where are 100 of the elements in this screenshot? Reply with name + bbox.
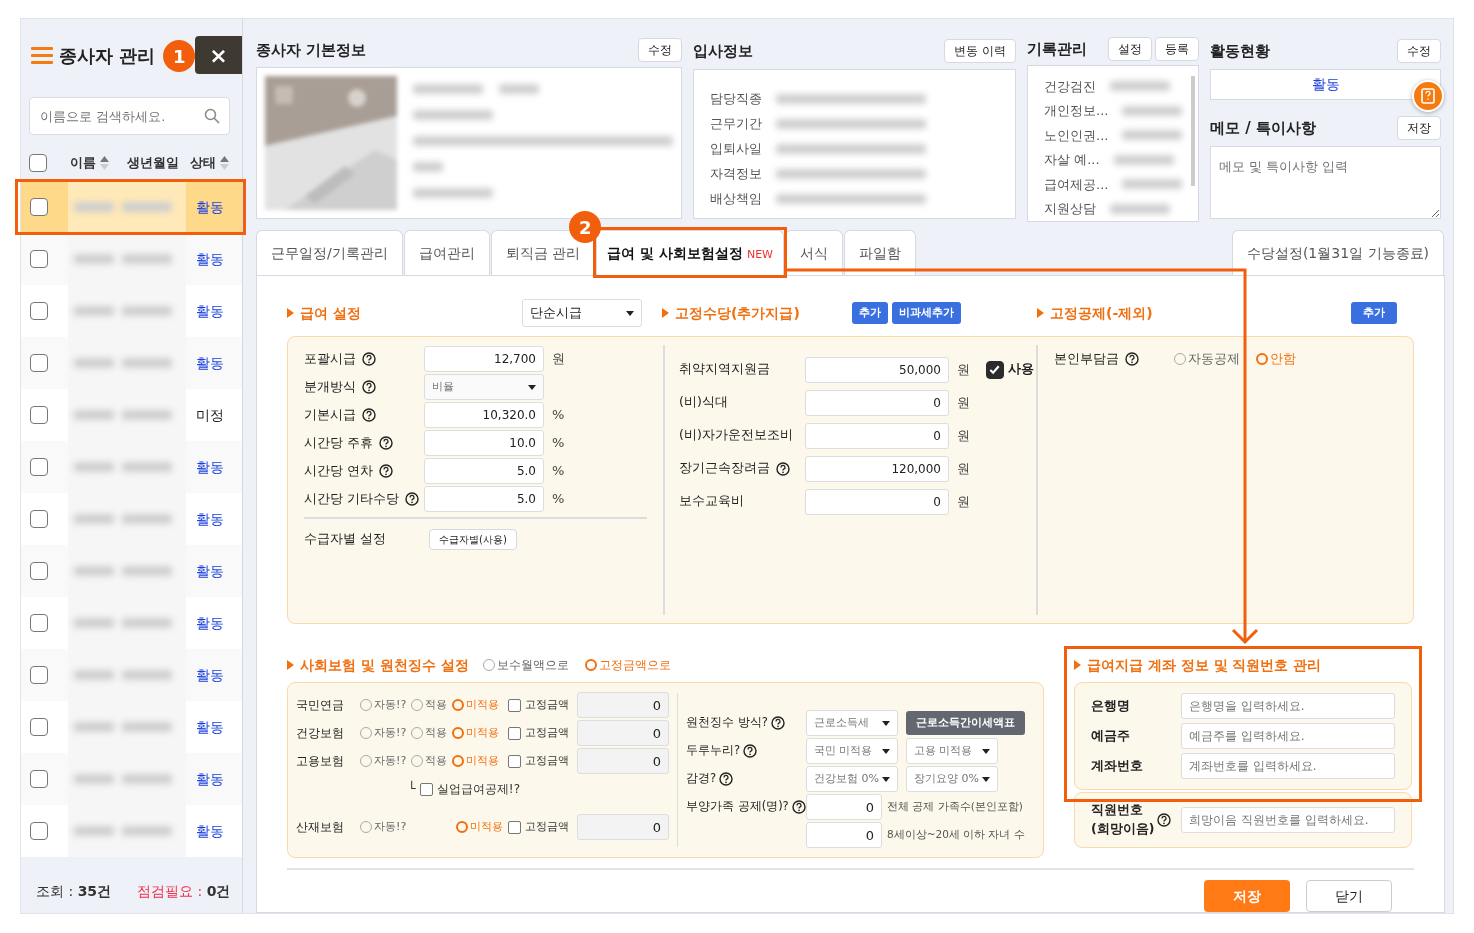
radio-option[interactable]: 자동!? bbox=[360, 752, 407, 770]
checkbox[interactable] bbox=[30, 406, 48, 424]
radio-option[interactable]: 적용 bbox=[411, 724, 448, 742]
add-button[interactable]: 비과세추가 bbox=[892, 301, 961, 325]
list-row[interactable]: 활동 bbox=[21, 441, 242, 493]
list-row[interactable]: 활동 bbox=[21, 701, 242, 753]
small-button[interactable]: 설정 bbox=[1108, 37, 1152, 61]
select-field[interactable]: 비율 bbox=[424, 374, 544, 400]
number-field[interactable]: 120,000 bbox=[805, 455, 949, 482]
list-row[interactable]: 활동 bbox=[21, 285, 242, 337]
small-button[interactable]: 수정 bbox=[638, 38, 682, 62]
column-header[interactable]: 상태 bbox=[190, 153, 216, 173]
radio-option[interactable]: 적용 bbox=[411, 752, 448, 770]
checkbox[interactable] bbox=[30, 302, 48, 320]
tab[interactable]: 급여 및 사회보험설정 NEW bbox=[596, 230, 784, 275]
small-button[interactable]: 등록 bbox=[1155, 37, 1199, 61]
list-row[interactable]: 활동 bbox=[21, 545, 242, 597]
checkbox[interactable] bbox=[30, 198, 48, 216]
column-header[interactable]: 이름 bbox=[70, 153, 96, 173]
tab[interactable]: 파일함 bbox=[844, 230, 916, 275]
radio-option[interactable]: 자동!? bbox=[360, 724, 407, 742]
checkbox[interactable] bbox=[508, 754, 521, 768]
add-button[interactable]: 추가 bbox=[852, 301, 888, 325]
search-icon[interactable] bbox=[204, 108, 220, 124]
checkbox[interactable] bbox=[30, 614, 48, 632]
checkbox[interactable] bbox=[30, 822, 48, 840]
list-row[interactable]: 미정 bbox=[21, 389, 242, 441]
sort-icon[interactable] bbox=[100, 155, 109, 171]
number-field[interactable]: 5.0 bbox=[424, 458, 544, 484]
close-button[interactable]: 닫기 bbox=[1306, 880, 1392, 912]
checkbox[interactable] bbox=[30, 510, 48, 528]
text-field[interactable]: 예금주를 입력하세요. bbox=[1181, 723, 1395, 749]
checkbox[interactable] bbox=[508, 820, 521, 834]
checkbox[interactable] bbox=[30, 770, 48, 788]
select-field[interactable]: 국민 미적용 bbox=[806, 738, 898, 764]
number-field[interactable]: 0 bbox=[805, 422, 949, 449]
checkbox[interactable] bbox=[508, 698, 521, 712]
help-icon[interactable] bbox=[743, 744, 758, 758]
list-row[interactable]: 활동 bbox=[21, 753, 242, 805]
number-field[interactable]: 0 bbox=[806, 822, 882, 848]
help-icon[interactable] bbox=[362, 352, 376, 366]
search-field[interactable]: 이름으로 검색하세요. bbox=[29, 97, 230, 135]
select-field[interactable]: 건강보험 0% bbox=[806, 766, 898, 792]
help-icon[interactable] bbox=[379, 436, 393, 450]
help-icon[interactable] bbox=[362, 408, 376, 422]
help-icon[interactable] bbox=[1125, 352, 1139, 366]
number-field[interactable]: 10.0 bbox=[424, 430, 544, 456]
select-field[interactable]: 단순시급 bbox=[522, 299, 642, 327]
checkbox[interactable] bbox=[30, 250, 48, 268]
record-item[interactable]: 건강검진 bbox=[1044, 76, 1096, 96]
list-row[interactable]: 활동 bbox=[21, 337, 242, 389]
number-field[interactable]: 5.0 bbox=[424, 486, 544, 512]
text-field[interactable]: 희망이음 직원번호를 입력하세요. bbox=[1181, 807, 1395, 833]
checkbox[interactable] bbox=[986, 360, 1004, 379]
number-field[interactable]: 0 bbox=[806, 794, 882, 820]
close-button[interactable]: × bbox=[195, 36, 242, 74]
number-field[interactable]: 12,700 bbox=[424, 346, 544, 372]
small-button[interactable]: 변동 이력 bbox=[944, 39, 1016, 63]
radio-option[interactable]: 적용 bbox=[411, 696, 448, 714]
column-header[interactable]: 생년월일 bbox=[127, 153, 179, 173]
list-row[interactable]: 활동 bbox=[21, 181, 242, 233]
select-field[interactable]: 고용 미적용 bbox=[906, 738, 998, 764]
text-field[interactable]: 은행명을 입력하세요. bbox=[1181, 693, 1395, 719]
checkbox[interactable] bbox=[30, 666, 48, 684]
select-all-checkbox[interactable] bbox=[29, 154, 47, 172]
list-row[interactable]: 활동 bbox=[21, 597, 242, 649]
select-field[interactable]: 장기요양 0% bbox=[906, 766, 998, 792]
record-item[interactable]: 지원상담 bbox=[1044, 199, 1096, 219]
radio-option[interactable]: 자동공제 bbox=[1174, 349, 1240, 369]
tab[interactable]: 수당설정(1월31일 기능종료) bbox=[1231, 230, 1444, 275]
small-button[interactable]: 저장 bbox=[1397, 116, 1441, 140]
table-button[interactable]: 근로소득간이세액표 bbox=[906, 710, 1025, 736]
number-field[interactable]: 0 bbox=[805, 389, 949, 416]
checkbox[interactable] bbox=[30, 458, 48, 476]
menu-icon[interactable] bbox=[31, 46, 53, 64]
sort-icon[interactable] bbox=[220, 155, 229, 171]
checkbox[interactable] bbox=[508, 726, 521, 740]
list-row[interactable]: 활동 bbox=[21, 649, 242, 701]
memo-field[interactable]: 메모 및 특이사항 입력 bbox=[1210, 146, 1441, 219]
text-field[interactable]: 계좌번호를 입력하세요. bbox=[1181, 753, 1395, 779]
help-icon[interactable] bbox=[379, 464, 393, 478]
help-icon[interactable] bbox=[791, 800, 806, 814]
number-field[interactable]: 50,000 bbox=[805, 356, 949, 383]
help-icon[interactable] bbox=[405, 492, 419, 506]
option-button[interactable]: 수급자별(사용) bbox=[429, 528, 517, 550]
list-row[interactable]: 활동 bbox=[21, 493, 242, 545]
help-icon[interactable] bbox=[770, 716, 785, 730]
help-icon[interactable] bbox=[719, 772, 734, 786]
number-field[interactable]: 10,320.0 bbox=[424, 402, 544, 428]
tab[interactable]: 급여관리 bbox=[403, 230, 490, 275]
record-item[interactable]: 급여제공... bbox=[1044, 174, 1109, 194]
list-row[interactable]: 활동 bbox=[21, 233, 242, 285]
help-icon[interactable] bbox=[362, 380, 376, 394]
select-field[interactable]: 근로소득세 bbox=[806, 710, 898, 736]
help-icon[interactable] bbox=[776, 461, 790, 476]
radio-option[interactable]: 보수월액으로 bbox=[482, 656, 569, 674]
number-field[interactable]: 0 bbox=[805, 488, 949, 515]
radio-option[interactable]: 자동!? bbox=[360, 818, 407, 836]
add-button[interactable]: 추가 bbox=[1351, 301, 1397, 325]
checkbox[interactable] bbox=[30, 718, 48, 736]
